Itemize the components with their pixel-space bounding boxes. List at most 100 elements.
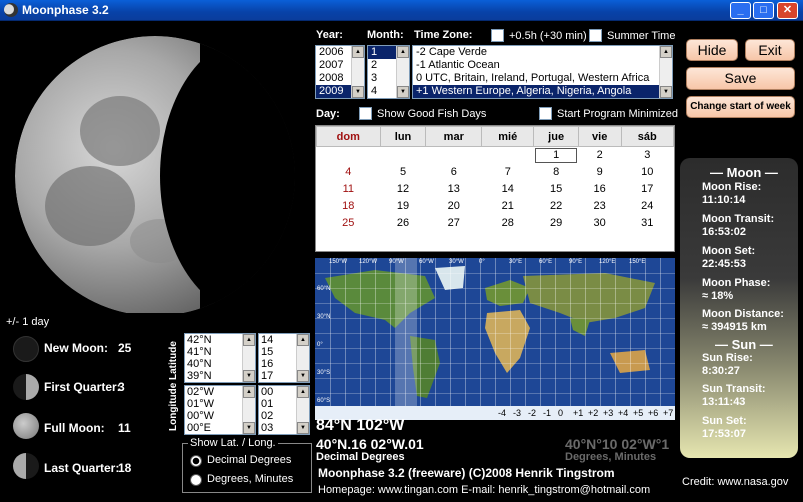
map-gridline xyxy=(375,258,376,406)
moon-distance-label: Moon Distance: xyxy=(702,308,784,320)
last-quarter-day: 18 xyxy=(118,461,132,475)
timezone-scrollbar[interactable]: ▲ ▼ xyxy=(659,46,672,98)
decimal-degrees-option[interactable]: Decimal Degrees xyxy=(207,454,291,466)
timezone-offset-label: -3 xyxy=(513,408,522,418)
latitude-minute-scrollbar[interactable]: ▲ ▼ xyxy=(296,334,309,382)
calendar-day[interactable]: 23 xyxy=(578,198,621,215)
latitude-minutes-list[interactable]: 14 15 16 17 ▲ ▼ xyxy=(258,333,310,383)
moon-rise-value: 11:10:14 xyxy=(702,194,746,206)
fish-days-checkbox[interactable] xyxy=(359,107,372,120)
calendar-day[interactable]: 31 xyxy=(621,215,673,232)
summer-time-checkbox[interactable] xyxy=(589,29,602,42)
map-gridline xyxy=(555,258,556,406)
sun-set-value: 17:53:07 xyxy=(702,428,747,440)
longitude-minute-scrollbar[interactable]: ▲ ▼ xyxy=(296,386,309,434)
world-map[interactable]: 150°W 120°W 90°W 60°W 30°W 0° 30°E 60°E 90°E 120°… xyxy=(315,258,675,420)
scroll-up-icon[interactable]: ▲ xyxy=(243,334,255,346)
longitude-degree-scrollbar[interactable]: ▲ ▼ xyxy=(242,386,255,434)
calendar-day[interactable]: 20 xyxy=(426,198,482,215)
calendar-day[interactable]: 10 xyxy=(621,164,673,181)
month-scrollbar[interactable]: ▲ ▼ xyxy=(396,46,409,98)
latitude-degrees-list[interactable]: 42°N 41°N 40°N 39°N ▲ ▼ xyxy=(184,333,256,383)
scroll-down-icon[interactable]: ▼ xyxy=(352,86,364,98)
scroll-down-icon[interactable]: ▼ xyxy=(243,370,255,382)
scroll-down-icon[interactable]: ▼ xyxy=(243,422,255,434)
calendar-day[interactable]: 4 xyxy=(317,164,381,181)
scroll-down-icon[interactable]: ▼ xyxy=(397,86,409,98)
calendar-day[interactable]: 14 xyxy=(482,181,534,198)
maximize-button[interactable]: □ xyxy=(753,2,774,19)
half-hour-checkbox[interactable] xyxy=(491,29,504,42)
calendar-day[interactable]: 6 xyxy=(426,164,482,181)
calendar-day[interactable]: 29 xyxy=(534,215,578,232)
title-bar[interactable]: Moonphase 3.2 _ □ ✕ xyxy=(0,0,803,21)
close-button[interactable]: ✕ xyxy=(777,2,798,19)
scroll-up-icon[interactable]: ▲ xyxy=(297,386,309,398)
timezone-list[interactable]: -2 Cape Verde -1 Atlantic Ocean 0 UTC, Bri… xyxy=(412,45,673,99)
calendar-day[interactable]: 3 xyxy=(621,147,673,164)
degrees-minutes-option[interactable]: Degrees, Minutes xyxy=(207,473,293,485)
hide-button[interactable]: Hide xyxy=(686,39,738,61)
scroll-up-icon[interactable]: ▲ xyxy=(660,46,672,58)
calendar-day[interactable]: 5 xyxy=(380,164,426,181)
scroll-up-icon[interactable]: ▲ xyxy=(243,386,255,398)
calendar-day[interactable]: 26 xyxy=(380,215,426,232)
longitude-tick-label: 30°E xyxy=(509,259,523,265)
calendar-day[interactable]: 8 xyxy=(534,164,578,181)
calendar-day[interactable]: 19 xyxy=(380,198,426,215)
calendar-day[interactable]: 15 xyxy=(534,181,578,198)
calendar-day[interactable]: 12 xyxy=(380,181,426,198)
calendar-day[interactable]: 2 xyxy=(578,147,621,164)
calendar-day[interactable]: 18 xyxy=(317,198,381,215)
calendar-day xyxy=(578,232,621,249)
map-gridline xyxy=(390,258,391,406)
calendar-day[interactable]: 21 xyxy=(482,198,534,215)
year-scrollbar[interactable]: ▲ ▼ xyxy=(351,46,364,98)
summer-time-label: Summer Time xyxy=(607,30,676,42)
new-moon-icon xyxy=(13,336,39,362)
weekday-header: lun xyxy=(379,126,427,147)
calendar-day[interactable]: 24 xyxy=(621,198,673,215)
scroll-up-icon[interactable]: ▲ xyxy=(352,46,364,58)
minimize-button[interactable]: _ xyxy=(730,2,751,19)
latitude-degree-scrollbar[interactable]: ▲ ▼ xyxy=(242,334,255,382)
calendar-day[interactable]: 28 xyxy=(482,215,534,232)
new-moon-day: 25 xyxy=(118,341,132,355)
month-list[interactable]: 1 2 3 4 ▲ ▼ xyxy=(367,45,410,99)
timezone-item[interactable]: 0 UTC, Britain, Ireland, Portugal, Weste… xyxy=(413,72,672,85)
calendar-day[interactable]: 13 xyxy=(426,181,482,198)
calendar-day[interactable]: 7 xyxy=(482,164,534,181)
timezone-item[interactable]: -2 Cape Verde xyxy=(413,46,672,59)
moon-image xyxy=(0,21,312,313)
save-button[interactable]: Save xyxy=(686,67,795,90)
start-minimized-checkbox[interactable] xyxy=(539,107,552,120)
map-gridline xyxy=(360,258,361,406)
calendar-day[interactable]: 11 xyxy=(317,181,381,198)
change-start-of-week-button[interactable]: Change start of week xyxy=(686,96,795,118)
scroll-up-icon[interactable]: ▲ xyxy=(397,46,409,58)
calendar-day[interactable]: 16 xyxy=(578,181,621,198)
calendar-day[interactable]: 25 xyxy=(317,215,381,232)
scroll-down-icon[interactable]: ▼ xyxy=(297,422,309,434)
calendar-day[interactable]: 17 xyxy=(621,181,673,198)
degrees-minutes-radio[interactable] xyxy=(190,474,202,486)
longitude-tick-label: 90°E xyxy=(569,259,583,265)
timezone-offset-label: +3 xyxy=(603,408,614,418)
calendar-day[interactable]: 22 xyxy=(534,198,578,215)
moon-phase-label: Moon Phase: xyxy=(702,277,771,289)
longitude-minutes-list[interactable]: 00 01 02 03 ▲ ▼ xyxy=(258,385,310,435)
scroll-down-icon[interactable]: ▼ xyxy=(297,370,309,382)
decimal-degrees-radio[interactable] xyxy=(190,455,202,467)
map-gridline xyxy=(600,258,601,406)
calendar-day[interactable]: 30 xyxy=(578,215,621,232)
exit-button[interactable]: Exit xyxy=(745,39,795,61)
calendar-day[interactable]: 27 xyxy=(426,215,482,232)
timezone-item[interactable]: +1 Western Europe, Algeria, Nigeria, Ang… xyxy=(413,85,672,98)
year-list[interactable]: 2006 2007 2008 2009 ▲ ▼ xyxy=(315,45,365,99)
calendar-day[interactable]: 9 xyxy=(578,164,621,181)
longitude-degrees-list[interactable]: 02°W 01°W 00°W 00°E ▲ ▼ xyxy=(184,385,256,435)
scroll-down-icon[interactable]: ▼ xyxy=(660,86,672,98)
scroll-up-icon[interactable]: ▲ xyxy=(297,334,309,346)
timezone-item[interactable]: -1 Atlantic Ocean xyxy=(413,59,672,72)
calendar-day[interactable]: 1 xyxy=(534,147,578,164)
